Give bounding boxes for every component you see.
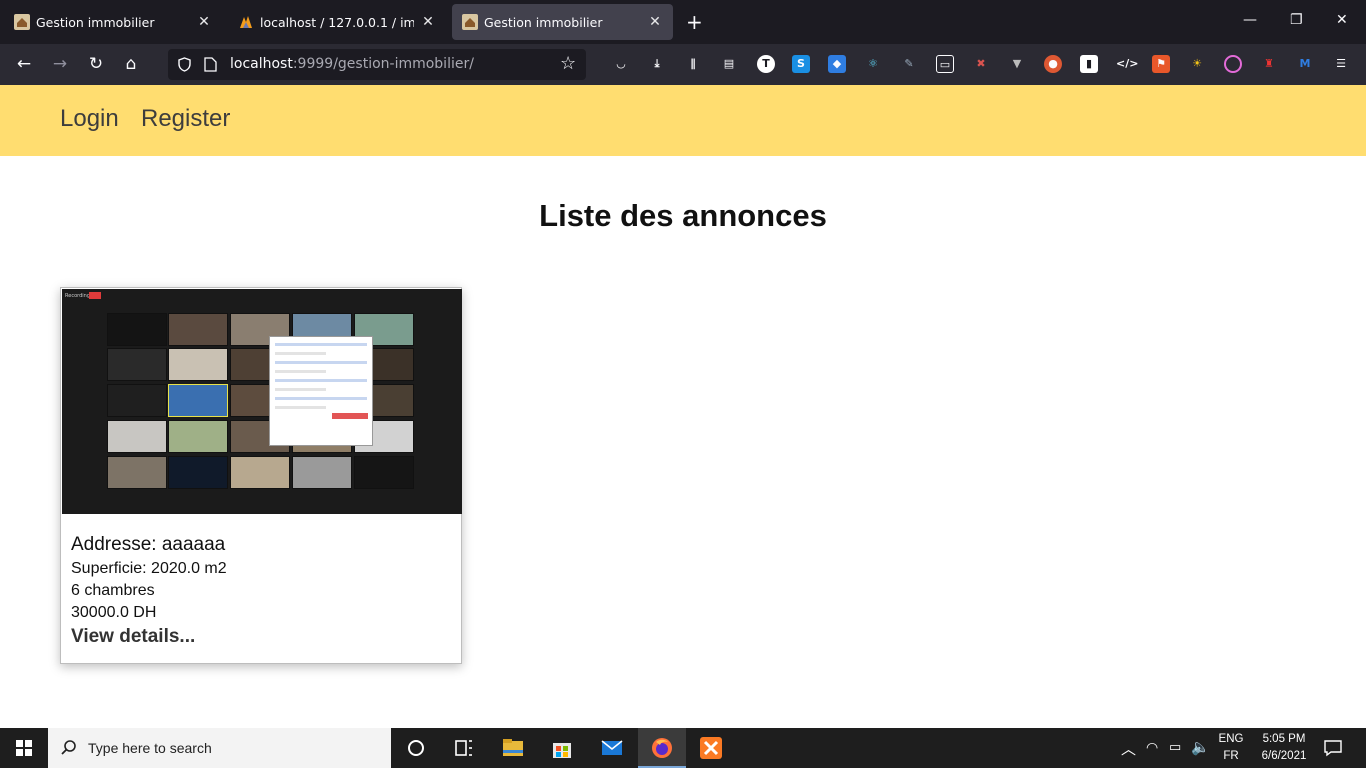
- listing-address: Addresse: aaaaaa: [71, 534, 226, 555]
- restore-icon[interactable]: ❐: [1290, 12, 1303, 28]
- bookmark-star-icon[interactable]: ☆: [560, 53, 576, 74]
- battery-icon[interactable]: ▭: [1169, 739, 1181, 755]
- forward-icon[interactable]: →: [50, 54, 70, 74]
- browser-tab[interactable]: Gestion immobilier ✕: [4, 4, 222, 40]
- house-favicon-icon: [462, 14, 478, 30]
- xampp-icon[interactable]: [699, 736, 723, 760]
- firefox-icon[interactable]: [650, 736, 674, 760]
- cortana-icon[interactable]: [404, 736, 428, 760]
- close-window-icon[interactable]: ✕: [1336, 12, 1348, 28]
- view-details-link[interactable]: View details...: [71, 626, 195, 648]
- window-icon[interactable]: ▭: [936, 55, 954, 73]
- listing-image: Recording: [62, 289, 462, 514]
- listing-rooms: 6 chambres: [71, 582, 155, 599]
- listing-card[interactable]: Recording Addresse: aaaaaa Superficie: 2…: [60, 287, 462, 664]
- url-text[interactable]: localhost:9999/gestion-immobilier/: [230, 56, 474, 72]
- mail-icon[interactable]: [600, 736, 624, 760]
- listing-price: 30000.0 DH: [71, 604, 157, 621]
- search-icon: [61, 740, 76, 755]
- extension-doc-icon[interactable]: ◆: [828, 55, 846, 73]
- url-host: localhost: [230, 56, 293, 72]
- tab-title: Gestion immobilier: [36, 14, 155, 30]
- back-icon[interactable]: ←: [14, 54, 34, 74]
- extension-t-icon[interactable]: T: [757, 55, 775, 73]
- wifi-icon[interactable]: ◠: [1146, 739, 1158, 756]
- windows-taskbar: Type here to search ︿ ◠ ▭ 🔈 ENG FR 5:05 …: [0, 728, 1366, 768]
- pen-icon[interactable]: ✎: [900, 55, 918, 73]
- url-path: :9999/gestion-immobilier/: [292, 56, 474, 72]
- house-favicon-icon: [14, 14, 30, 30]
- url-bar[interactable]: localhost:9999/gestion-immobilier/ ☆: [168, 49, 586, 80]
- home-icon[interactable]: ⌂: [121, 54, 141, 74]
- taskbar-search-box[interactable]: Type here to search: [48, 728, 391, 768]
- clock-date[interactable]: 6/6/2021: [1252, 750, 1316, 762]
- page-icon[interactable]: [204, 57, 217, 72]
- extension-robot-icon[interactable]: ♜: [1260, 55, 1278, 73]
- browser-nav-bar: ← → ↻ ⌂ localhost:9999/gestion-immobilie…: [0, 44, 1366, 85]
- react-devtools-icon[interactable]: ⚛: [864, 55, 882, 73]
- windows-start-icon[interactable]: [0, 728, 48, 768]
- tab-title: localhost / 127.0.0.1 / immobilier: [260, 14, 414, 30]
- language-indicator[interactable]: ENG: [1217, 733, 1245, 745]
- browser-tab[interactable]: localhost / 127.0.0.1 / immobilier ✕: [228, 4, 446, 40]
- pocket-icon[interactable]: ◡: [612, 55, 630, 73]
- reload-icon[interactable]: ↻: [86, 54, 106, 74]
- new-tab-icon[interactable]: +: [686, 12, 703, 32]
- recording-label: Recording: [65, 293, 91, 299]
- extension-s-icon[interactable]: S: [792, 55, 810, 73]
- file-explorer-icon[interactable]: [501, 736, 525, 760]
- sun-icon[interactable]: ☀: [1188, 55, 1206, 73]
- extension-book-icon[interactable]: ▮: [1080, 55, 1098, 73]
- shield-icon[interactable]: [177, 57, 192, 72]
- listing-area: Superficie: 2020.0 m2: [71, 560, 227, 577]
- sidebar-icon[interactable]: ▤: [720, 55, 738, 73]
- close-tab-icon[interactable]: ✕: [420, 14, 436, 30]
- browser-tab-active[interactable]: Gestion immobilier ✕: [452, 4, 673, 40]
- chat-window-thumbnail: [269, 336, 373, 446]
- close-tab-icon[interactable]: ✕: [196, 14, 212, 30]
- duckduckgo-icon[interactable]: ●: [1044, 55, 1062, 73]
- vue-devtools-icon[interactable]: ▼: [1008, 55, 1026, 73]
- browser-tab-bar: Gestion immobilier ✕ localhost / 127.0.0…: [0, 0, 1366, 44]
- color-picker-icon[interactable]: [1224, 55, 1242, 73]
- site-header: Login Register: [0, 85, 1366, 156]
- search-placeholder: Type here to search: [88, 740, 212, 756]
- phpmyadmin-favicon-icon: [240, 16, 252, 28]
- extension-off-icon[interactable]: ⚑: [1152, 55, 1170, 73]
- tools-icon[interactable]: ✖: [972, 55, 990, 73]
- code-icon[interactable]: </>: [1116, 55, 1138, 73]
- locale-indicator[interactable]: FR: [1217, 750, 1245, 762]
- extension-m-icon[interactable]: M: [1296, 55, 1314, 73]
- close-tab-icon[interactable]: ✕: [647, 14, 663, 30]
- clock-time[interactable]: 5:05 PM: [1252, 733, 1316, 745]
- page-title: Liste des annonces: [539, 198, 827, 233]
- tab-title: Gestion immobilier: [484, 14, 603, 30]
- library-icon[interactable]: ∥: [684, 55, 702, 73]
- live-badge: [89, 292, 101, 299]
- download-icon[interactable]: ⤓: [648, 55, 666, 73]
- register-link[interactable]: Register: [141, 105, 230, 133]
- task-view-icon[interactable]: [452, 736, 476, 760]
- volume-icon[interactable]: 🔈: [1191, 738, 1210, 756]
- menu-icon[interactable]: ☰: [1332, 55, 1350, 73]
- notifications-icon[interactable]: [1324, 739, 1342, 757]
- login-link[interactable]: Login: [60, 105, 119, 133]
- store-icon[interactable]: [550, 736, 574, 760]
- minimize-icon[interactable]: —: [1243, 12, 1257, 28]
- show-hidden-icons-icon[interactable]: ︿: [1121, 738, 1136, 759]
